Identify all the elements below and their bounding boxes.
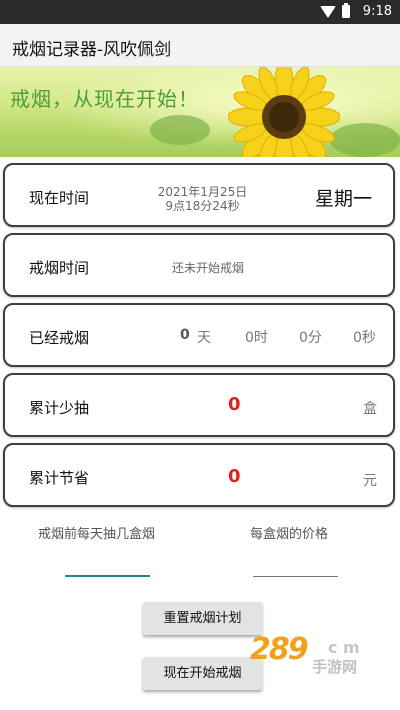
sunflower-icon xyxy=(228,67,340,157)
app-bar: 戒烟记录器-风吹佩剑 xyxy=(0,24,400,67)
start-quitting-button[interactable]: 现在开始戒烟 xyxy=(143,657,262,690)
card-less-smoked: 累计少抽 0 盒 xyxy=(3,373,395,437)
watermark-subtitle: 手游网 xyxy=(312,658,358,676)
leaf-shape xyxy=(330,123,400,157)
card-quit-time: 戒烟时间 还未开始戒烟 xyxy=(3,233,395,297)
current-weekday: 星期一 xyxy=(315,188,373,210)
app-title: 戒烟记录器-风吹佩剑 xyxy=(12,40,172,60)
price-per-pack-label: 每盒烟的价格 xyxy=(250,527,329,542)
elapsed-days-unit: 天 xyxy=(197,330,211,346)
elapsed-seconds: 0秒 xyxy=(353,330,376,346)
elapsed-label: 已经戒烟 xyxy=(29,329,90,347)
banner-image: 戒烟，从现在开始！ xyxy=(0,67,400,157)
quit-time-value: 还未开始戒烟 xyxy=(171,261,244,275)
leaf-shape xyxy=(150,115,210,145)
status-time: 9:18 xyxy=(362,4,392,19)
watermark-number: 289 xyxy=(250,632,309,667)
card-current-time: 现在时间 2021年1月25日 9点18分24秒 星期一 xyxy=(3,163,395,227)
less-smoked-value: 0 xyxy=(228,394,241,415)
price-per-pack-input[interactable] xyxy=(253,550,338,578)
saved-value: 0 xyxy=(228,466,241,487)
current-time-label: 现在时间 xyxy=(29,189,90,207)
packs-input-underline xyxy=(65,575,150,577)
battery-icon xyxy=(342,3,350,18)
card-elapsed: 已经戒烟 0 天 0时 0分 0秒 xyxy=(3,303,395,367)
status-bar: 9:18 xyxy=(0,0,400,24)
status-icons xyxy=(320,3,350,18)
current-clock: 9点18分24秒 xyxy=(165,199,240,213)
wifi-icon xyxy=(320,5,336,18)
packs-per-day-label: 戒烟前每天抽几盒烟 xyxy=(38,527,156,542)
less-smoked-label: 累计少抽 xyxy=(29,399,90,417)
elapsed-days-value: 0 xyxy=(180,327,190,343)
watermark-logo: 289 c m 手游网 xyxy=(250,632,390,676)
quit-time-label: 戒烟时间 xyxy=(29,259,90,277)
banner-slogan: 戒烟，从现在开始！ xyxy=(10,87,199,111)
saved-unit: 元 xyxy=(363,473,377,489)
reset-plan-button[interactable]: 重置戒烟计划 xyxy=(143,602,262,635)
price-input-underline xyxy=(253,576,338,577)
saved-label: 累计节省 xyxy=(29,469,90,487)
card-saved: 累计节省 0 元 xyxy=(3,443,395,507)
less-smoked-unit: 盒 xyxy=(363,401,377,417)
elapsed-hours: 0时 xyxy=(245,330,268,346)
elapsed-minutes: 0分 xyxy=(299,330,322,346)
packs-per-day-input[interactable] xyxy=(65,548,150,577)
watermark-com: c m xyxy=(328,638,360,657)
